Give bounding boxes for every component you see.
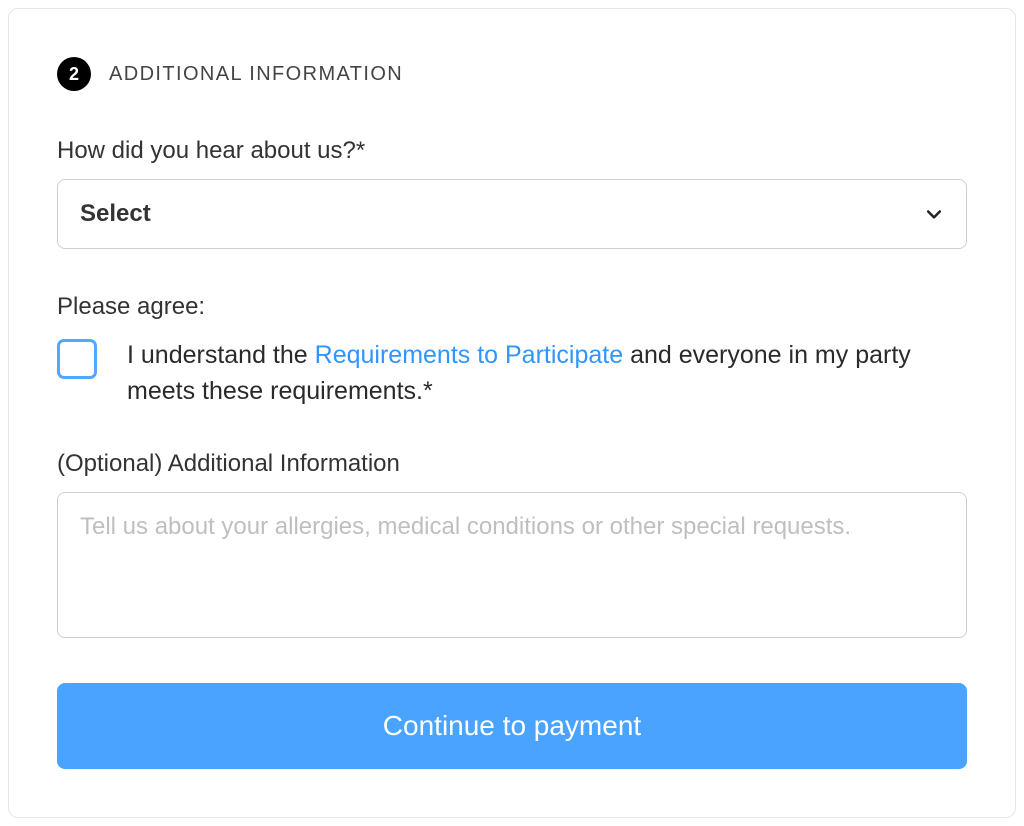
additional-info-field: (Optional) Additional Information: [57, 450, 967, 683]
additional-info-label: (Optional) Additional Information: [57, 450, 967, 478]
hear-about-selected-value: Select: [80, 200, 151, 228]
agree-text-before: I understand the: [127, 341, 315, 369]
agree-text: I understand the Requirements to Partici…: [127, 337, 967, 410]
agree-checkbox[interactable]: [57, 339, 97, 379]
section-title: ADDITIONAL INFORMATION: [109, 63, 403, 86]
step-number-badge: 2: [57, 57, 91, 91]
section-header: 2 ADDITIONAL INFORMATION: [57, 57, 967, 91]
agree-label: Please agree:: [57, 293, 967, 321]
agree-field: Please agree: I understand the Requireme…: [57, 293, 967, 410]
continue-to-payment-button[interactable]: Continue to payment: [57, 683, 967, 769]
hear-about-label: How did you hear about us?*: [57, 137, 967, 165]
form-card: 2 ADDITIONAL INFORMATION How did you hea…: [8, 8, 1016, 818]
hear-about-select[interactable]: Select: [57, 179, 967, 249]
chevron-down-icon: [924, 204, 944, 224]
requirements-link[interactable]: Requirements to Participate: [315, 341, 623, 369]
additional-info-textarea[interactable]: [57, 492, 967, 638]
hear-about-field: How did you hear about us?* Select: [57, 137, 967, 249]
